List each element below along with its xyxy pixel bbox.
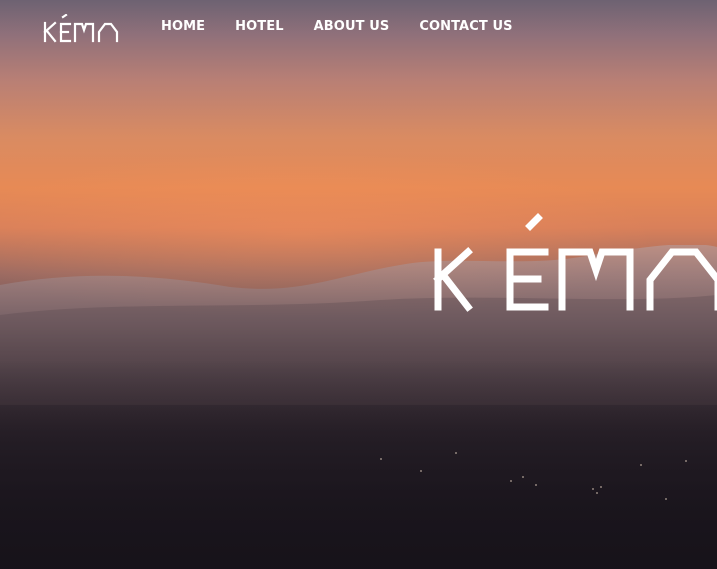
- main-menu: HOME HOTEL ABOUT US CONTACT US: [161, 19, 513, 34]
- brand-logo[interactable]: [42, 13, 124, 44]
- nav-about-us-link[interactable]: ABOUT US: [314, 19, 390, 34]
- nav-hotel-link[interactable]: HOTEL: [235, 19, 283, 34]
- top-navigation: HOME HOTEL ABOUT US CONTACT US: [0, 0, 717, 60]
- hero-video-background: HOME HOTEL ABOUT US CONTACT US: [0, 0, 717, 569]
- nav-home-link[interactable]: HOME: [161, 19, 205, 34]
- hero-logo: [430, 212, 717, 322]
- nav-contact-us-link[interactable]: CONTACT US: [419, 19, 512, 34]
- city-lights: [360, 440, 700, 520]
